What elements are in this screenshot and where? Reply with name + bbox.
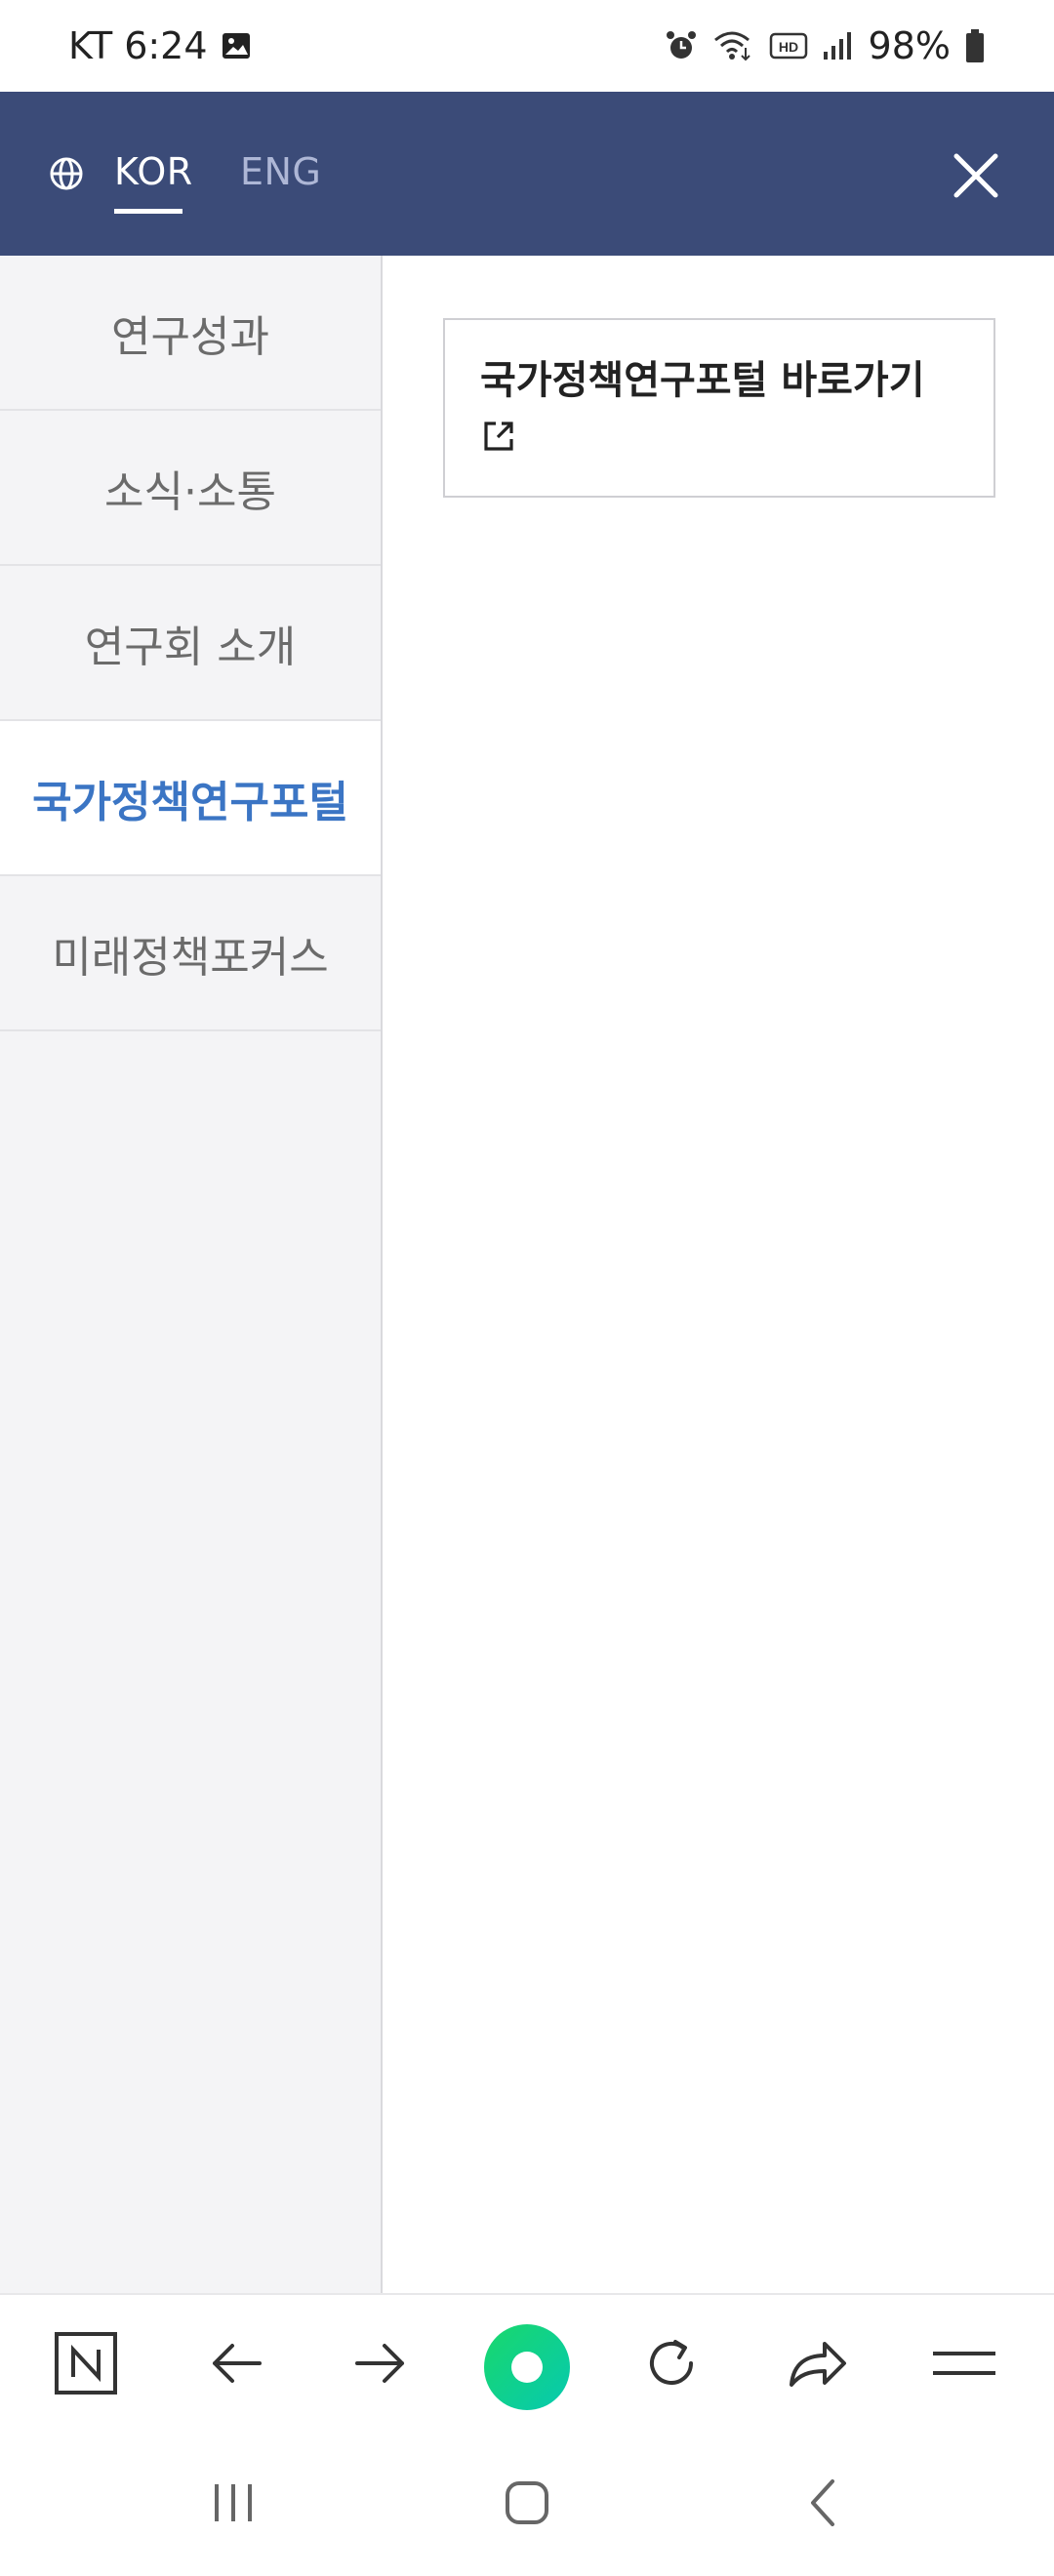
- image-icon: [220, 29, 253, 62]
- back-icon: [811, 2479, 834, 2526]
- signal-icon: [822, 30, 855, 61]
- share-icon: [790, 2342, 846, 2387]
- status-right: HD 98%: [664, 24, 986, 67]
- green-home-icon: [511, 2352, 543, 2383]
- close-icon: [953, 153, 998, 198]
- refresh-icon: [650, 2340, 693, 2385]
- share-button[interactable]: [785, 2330, 851, 2396]
- menu-item-news[interactable]: 소식·소통: [0, 411, 381, 566]
- menu-item-about[interactable]: 연구회 소개: [0, 566, 381, 721]
- menu-item-label: 국가정책연구포털: [32, 777, 348, 827]
- alarm-icon: [664, 28, 699, 63]
- back-nav-button[interactable]: [789, 2469, 857, 2537]
- clock-time: 6:24: [124, 24, 208, 67]
- submenu-content: 국가정책연구포털 바로가기: [383, 256, 1054, 2293]
- home-button[interactable]: [493, 2469, 561, 2537]
- menu-icon: [933, 2352, 995, 2375]
- svg-text:HD: HD: [778, 39, 797, 55]
- portal-shortcut-label: 국가정책연구포털 바로가기: [480, 358, 925, 403]
- status-bar: KT 6:24 HD 98%: [0, 0, 1054, 92]
- refresh-button[interactable]: [638, 2330, 705, 2396]
- language-kor-tab[interactable]: KOR: [114, 150, 193, 193]
- recent-apps-button[interactable]: [199, 2469, 267, 2537]
- menu-button[interactable]: [931, 2330, 997, 2396]
- carrier-label: KT: [68, 24, 113, 67]
- hd-icon: HD: [769, 30, 808, 61]
- naver-n-icon: [55, 2332, 117, 2395]
- recent-apps-icon: [215, 2484, 252, 2521]
- battery-icon: [964, 28, 986, 63]
- menu-header: KOR ENG: [0, 92, 1054, 256]
- forward-arrow-icon: [355, 2344, 404, 2383]
- external-link-icon: [480, 418, 517, 455]
- menu-item-label: 소식·소통: [104, 466, 276, 517]
- green-home-button[interactable]: [484, 2324, 570, 2410]
- portal-shortcut-link[interactable]: 국가정책연구포털 바로가기: [443, 318, 995, 498]
- back-arrow-icon: [213, 2344, 262, 2383]
- naver-button[interactable]: [53, 2330, 119, 2396]
- home-icon: [506, 2481, 548, 2524]
- globe-icon: [49, 156, 84, 191]
- menu-item-label: 연구성과: [111, 311, 269, 362]
- app-root: KT 6:24 HD 98% KOR ENG 연구성과 소식·소통 연구회 소개…: [0, 0, 1054, 2576]
- menu-item-label: 연구회 소개: [84, 622, 297, 672]
- menu-item-future-focus[interactable]: 미래정책포커스: [0, 876, 381, 1031]
- side-menu: 연구성과 소식·소통 연구회 소개 국가정책연구포털 미래정책포커스: [0, 256, 383, 2293]
- language-eng-tab[interactable]: ENG: [240, 150, 321, 193]
- forward-button[interactable]: [347, 2330, 414, 2396]
- menu-item-policy-portal[interactable]: 국가정책연구포털: [0, 721, 381, 876]
- back-button[interactable]: [203, 2330, 269, 2396]
- system-nav-bar: [0, 2430, 1054, 2576]
- menu-item-label: 미래정책포커스: [52, 932, 329, 983]
- menu-item-research-results[interactable]: 연구성과: [0, 256, 381, 411]
- close-button[interactable]: [951, 150, 1001, 201]
- battery-percent: 98%: [868, 24, 951, 67]
- status-left: KT 6:24: [68, 24, 253, 67]
- wifi-icon: [712, 28, 755, 63]
- active-language-indicator: [114, 209, 182, 214]
- browser-toolbar: [0, 2293, 1054, 2430]
